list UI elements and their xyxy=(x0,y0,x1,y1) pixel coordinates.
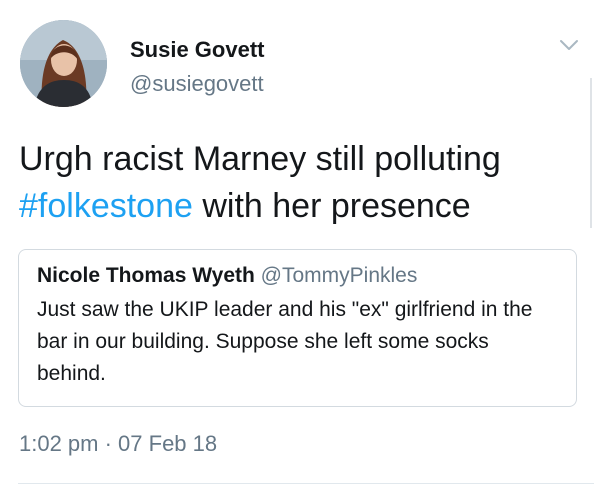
tweet-card: Susie Govett @susiegovett Urgh racist Ma… xyxy=(0,0,594,500)
tweet-text: Urgh racist Marney still polluting #folk… xyxy=(19,136,579,230)
tweet-timestamp[interactable]: 1:02 pm · 07 Feb 18 xyxy=(19,431,217,457)
divider xyxy=(18,483,594,484)
quoted-author-name: Nicole Thomas Wyeth xyxy=(37,264,255,287)
author-handle[interactable]: @susiegovett xyxy=(130,71,264,97)
hashtag-link[interactable]: #folkestone xyxy=(19,187,193,225)
quoted-tweet[interactable]: Nicole Thomas Wyeth @TommyPinkles Just s… xyxy=(18,249,577,407)
author-name[interactable]: Susie Govett xyxy=(130,37,264,63)
chevron-down-icon[interactable] xyxy=(557,35,581,55)
scroll-indicator xyxy=(590,78,592,228)
tweet-text-after: with her presence xyxy=(192,187,471,225)
quoted-tweet-text: Just saw the UKIP leader and his "ex" gi… xyxy=(37,298,533,385)
avatar[interactable] xyxy=(20,20,107,107)
quoted-tweet-header: Nicole Thomas Wyeth @TommyPinkles xyxy=(37,264,417,288)
quoted-author-handle: @TommyPinkles xyxy=(260,264,418,287)
tweet-text-before: Urgh racist Marney still polluting xyxy=(19,140,501,178)
